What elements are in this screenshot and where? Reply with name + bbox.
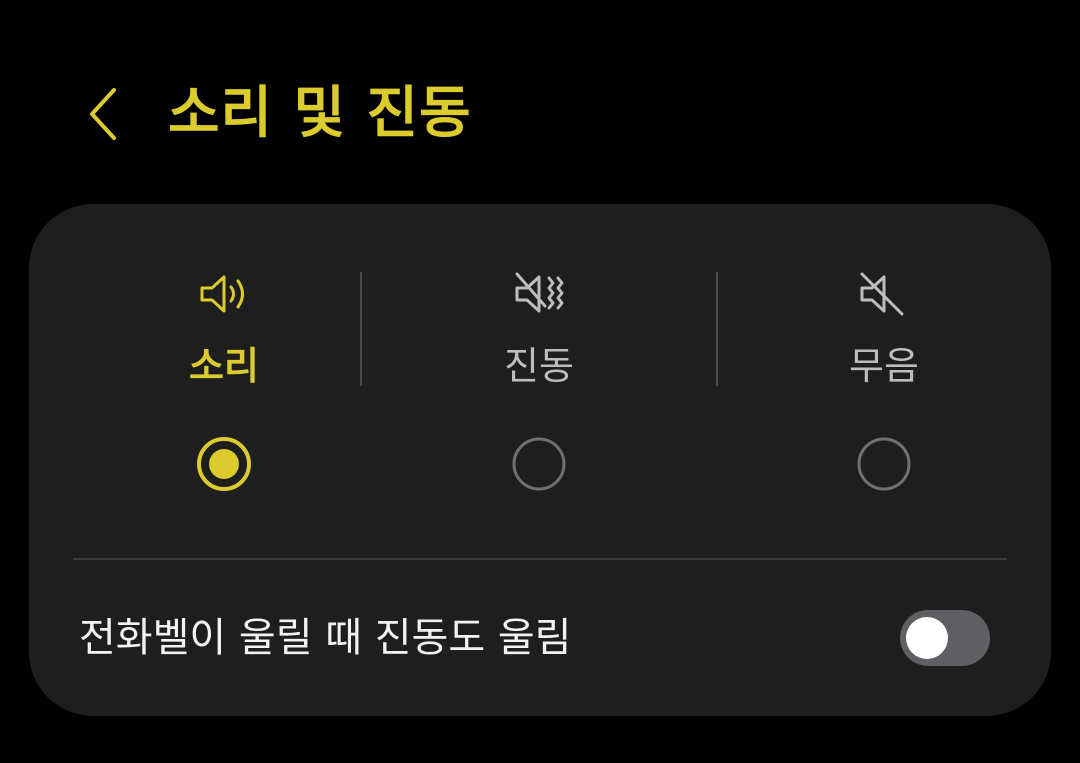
mode-divider (360, 272, 362, 386)
mode-label-vibrate: 진동 (504, 344, 574, 388)
back-button[interactable] (72, 84, 132, 144)
mode-option-sound[interactable]: 소리 (74, 254, 374, 514)
mode-option-mute[interactable]: 무음 (734, 254, 1034, 514)
switch-thumb (906, 617, 948, 659)
speaker-mute-icon (860, 272, 904, 316)
radio-unselected[interactable] (856, 436, 912, 492)
radio-unselected[interactable] (511, 436, 567, 492)
app-bar: 소리 및 진동 (0, 70, 1080, 160)
sound-and-vibration-screen: 소리 및 진동 소리 진동 무음 전화벨이 울릴 때 진동도 울림 (0, 0, 1080, 763)
mode-label-mute: 무음 (849, 344, 919, 388)
vibrate-while-ringing-switch[interactable] (900, 610, 990, 666)
vibrate-while-ringing-label: 전화벨이 울릴 때 진동도 울림 (79, 615, 572, 661)
sound-mode-card: 소리 진동 무음 전화벨이 울릴 때 진동도 울림 (29, 204, 1051, 716)
section-divider (73, 558, 1007, 560)
speaker-sound-icon (200, 275, 244, 313)
mode-divider (716, 272, 718, 386)
mode-option-vibrate[interactable]: 진동 (389, 254, 689, 514)
radio-selected[interactable] (196, 436, 252, 492)
vibrate-while-ringing-row[interactable]: 전화벨이 울릴 때 진동도 울림 (29, 584, 1051, 694)
page-title: 소리 및 진동 (168, 81, 472, 146)
sound-mode-selector: 소리 진동 무음 (29, 204, 1051, 544)
chevron-left-icon (90, 88, 116, 140)
mode-label-sound: 소리 (189, 344, 259, 388)
speaker-vibrate-icon (515, 272, 564, 313)
